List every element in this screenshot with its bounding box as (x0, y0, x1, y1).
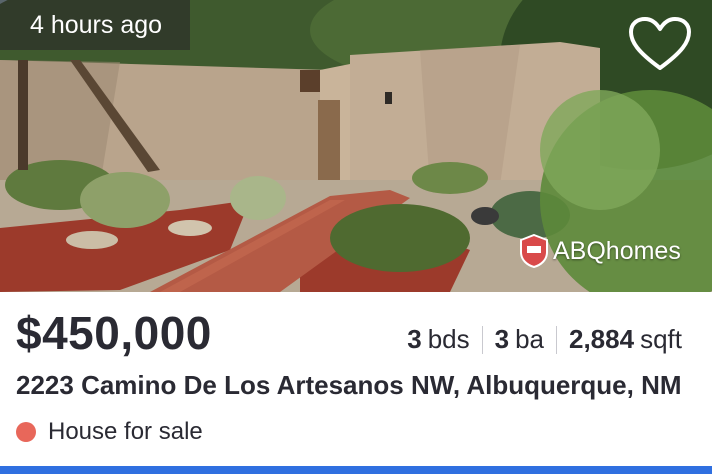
photo-watermark: ABQhomes (519, 232, 681, 270)
baths-value: 3 (494, 324, 510, 354)
listing-address[interactable]: 2223 Camino De Los Artesanos NW, Albuque… (16, 370, 686, 401)
listing-status: House for sale (16, 418, 203, 446)
status-dot-icon (16, 422, 36, 442)
posted-time-badge: 4 hours ago (0, 0, 191, 50)
status-text: House for sale (48, 418, 203, 445)
realtor-seal-icon (520, 234, 548, 268)
baths-unit: ba (515, 324, 544, 354)
listing-stats: 3 bds 3 ba 2,884 sqft (407, 324, 682, 355)
beds-value: 3 (407, 324, 422, 354)
listing-card[interactable]: 4 hours ago ABQhomes $450,000 3 bds 3 ba 2… (0, 0, 712, 474)
beds-unit: bds (427, 324, 470, 354)
watermark-text: ABQhomes (553, 236, 681, 265)
accent-bar (0, 466, 712, 474)
stat-divider (481, 325, 483, 354)
stat-divider (556, 325, 557, 354)
beds-stat: 3 bds (407, 324, 469, 355)
baths-stat: 3 ba (495, 324, 544, 355)
area-unit: sqft (640, 324, 682, 354)
heart-outline-icon (629, 17, 691, 70)
listing-price: $450,000 (16, 307, 212, 359)
listing-photo[interactable]: 4 hours ago ABQhomes (0, 0, 712, 292)
save-favorite-button[interactable] (628, 16, 692, 72)
area-value: 2,884 (569, 324, 635, 354)
area-stat: 2,884 sqft (569, 324, 682, 355)
